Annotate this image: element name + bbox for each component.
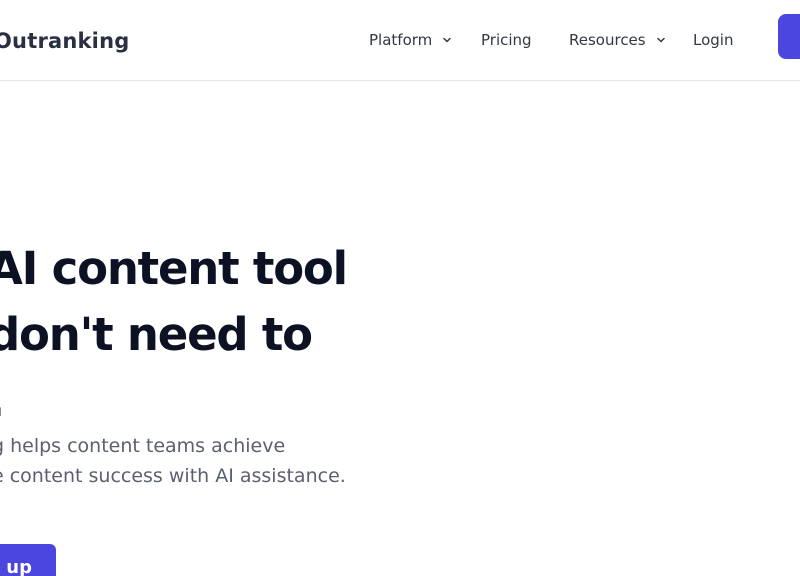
- hero-title: AI content tool don't need to .: [0, 236, 408, 434]
- chevron-down-icon: [656, 35, 666, 45]
- nav-item-platform[interactable]: Platform: [369, 31, 452, 49]
- signup-button[interactable]: n up: [0, 544, 56, 576]
- hero-title-line: AI content tool: [0, 242, 348, 295]
- nav-item-login[interactable]: Login: [693, 31, 733, 49]
- nav-item-resources[interactable]: Resources: [569, 31, 666, 49]
- nav-item-pricing[interactable]: Pricing: [481, 31, 532, 49]
- hero-title-line: don't need to: [0, 308, 313, 361]
- page: Outranking Platform Pricing Resources Lo…: [0, 0, 800, 576]
- hero-subtitle: g helps content teams achieve e content …: [0, 431, 412, 491]
- nav-item-label: Login: [693, 31, 734, 49]
- chevron-down-icon: [442, 35, 452, 45]
- header-cta-button[interactable]: [778, 14, 800, 59]
- nav-item-label: Platform: [369, 31, 433, 49]
- main-nav: Platform Pricing Resources Login: [0, 31, 800, 51]
- site-header: Outranking Platform Pricing Resources Lo…: [0, 0, 800, 81]
- hero-subtitle-line: g helps content teams achieve: [0, 435, 286, 457]
- hero-title-line: .: [0, 368, 408, 434]
- nav-item-label: Resources: [569, 31, 646, 49]
- hero-subtitle-line: e content success with AI assistance.: [0, 465, 346, 487]
- nav-item-label: Pricing: [481, 31, 532, 49]
